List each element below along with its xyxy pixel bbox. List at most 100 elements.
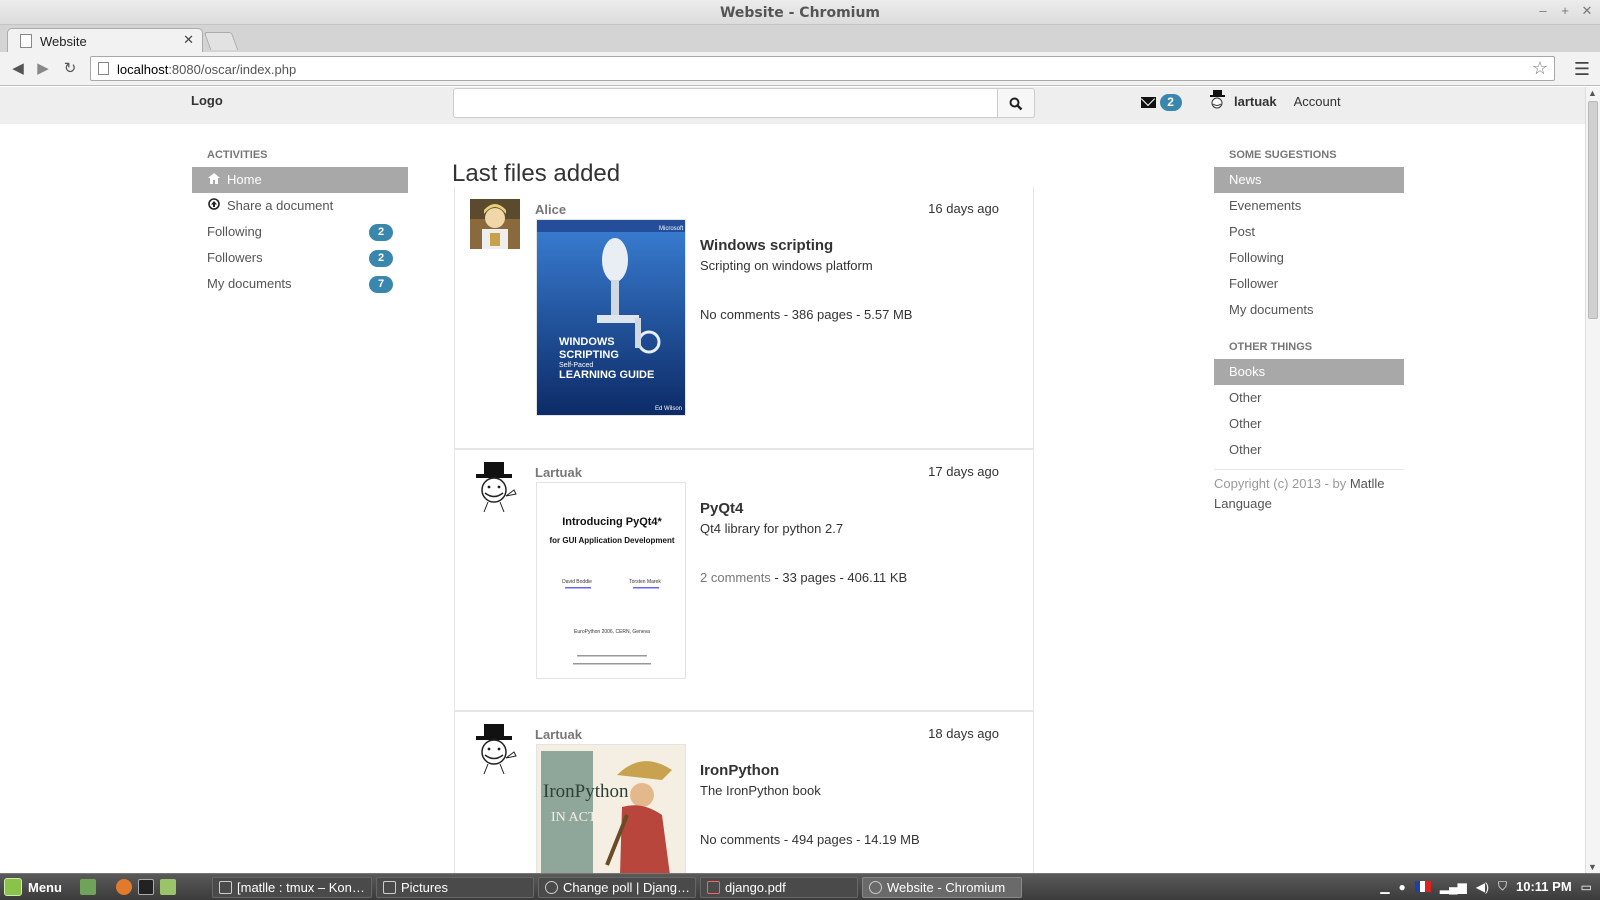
divider [1214, 469, 1404, 470]
keyboard-icon[interactable]: ▁ [1380, 880, 1389, 894]
task-pdf[interactable]: django.pdf [700, 877, 858, 898]
book-description: Qt4 library for python 2.7 [700, 521, 844, 536]
minimize-button[interactable]: – [1536, 3, 1550, 19]
window-controls: – + ✕ [1536, 3, 1594, 19]
url-text[interactable]: localhost:8080/oscar/index.php [117, 62, 296, 77]
browser-tab[interactable]: Website ✕ [7, 28, 203, 52]
nav-item-home[interactable]: Home [192, 167, 408, 193]
display-icon[interactable]: ▭ [1581, 880, 1592, 894]
username[interactable]: lartuak [1234, 94, 1277, 109]
messages-link[interactable]: 2 [1141, 94, 1182, 112]
reload-icon[interactable]: ↻ [60, 59, 80, 79]
os-taskbar: Menu [matlle : tmux – Kon… Pictures Chan… [0, 873, 1600, 900]
scroll-up-icon[interactable]: ▲ [1588, 88, 1597, 98]
language-link[interactable]: Language [1214, 494, 1404, 514]
post-date: 16 days ago [928, 201, 999, 216]
cover-text: Self-Paced [559, 362, 593, 369]
nav-item-my-documents[interactable]: My documents 7 [192, 271, 408, 297]
page-scrollbar[interactable]: ▲ ▼ [1585, 87, 1600, 873]
back-icon[interactable]: ◀ [8, 59, 28, 79]
post-date: 17 days ago [928, 464, 999, 479]
cover-text: David Boddie [562, 579, 592, 585]
france-flag-icon[interactable] [1414, 881, 1431, 892]
following-count-badge: 2 [369, 224, 393, 241]
address-bar[interactable]: localhost:8080/oscar/index.php ☆ [90, 56, 1555, 81]
site-logo[interactable]: Logo [191, 93, 223, 108]
close-tab-icon[interactable]: ✕ [183, 32, 194, 48]
new-tab-button[interactable] [203, 32, 239, 50]
author-name[interactable]: Lartuak [535, 727, 582, 742]
forward-icon[interactable]: ▶ [33, 59, 53, 79]
cover-text: WINDOWS [559, 336, 615, 348]
task-label: django.pdf [725, 880, 786, 895]
book-title[interactable]: IronPython [700, 762, 779, 779]
nav-label: Share a document [227, 198, 334, 213]
volume-icon[interactable]: ◀) [1476, 880, 1489, 894]
post-date: 18 days ago [928, 726, 999, 741]
nav-item-following[interactable]: Following [1214, 245, 1404, 271]
task-pictures[interactable]: Pictures [376, 877, 534, 898]
nav-item-share[interactable]: Share a document [192, 193, 408, 219]
firefox-icon[interactable] [116, 879, 132, 895]
account-link[interactable]: Account [1294, 94, 1341, 109]
start-menu-button[interactable]: Menu [4, 878, 62, 896]
comments-link[interactable]: 2 comments [700, 570, 771, 585]
scrollbar-thumb[interactable] [1588, 101, 1598, 319]
cover-text: LEARNING GUIDE [559, 369, 654, 381]
clock[interactable]: 10:11 PM [1516, 879, 1572, 894]
network-icon[interactable]: ▂▄▆ [1440, 880, 1467, 894]
book-meta: No comments - 386 pages - 5.57 MB [700, 307, 912, 322]
nav-item-other[interactable]: Other [1214, 385, 1404, 411]
show-desktop-icon[interactable] [80, 879, 96, 895]
book-cover[interactable]: IronPython IN ACTION [536, 744, 686, 873]
pyqt4-cover: Introducing PyQt4* for GUI Application D… [537, 483, 685, 678]
search-input[interactable] [453, 88, 998, 118]
nav-item-other[interactable]: Other [1214, 437, 1404, 463]
user-menu[interactable]: lartuak Account [1208, 90, 1341, 112]
nav-item-books[interactable]: Books [1214, 359, 1404, 385]
author-avatar[interactable] [470, 724, 520, 774]
nav-item-evenements[interactable]: Evenements [1214, 193, 1404, 219]
nav-item-other[interactable]: Other [1214, 411, 1404, 437]
shield-icon[interactable]: ⛉ [1498, 879, 1507, 894]
scroll-down-icon[interactable]: ▼ [1588, 862, 1597, 872]
nav-item-my-documents[interactable]: My documents [1214, 297, 1404, 323]
book-cover[interactable]: Microsoft WINDOWS SCRIPTING Self-Paced L… [536, 219, 686, 416]
files-icon[interactable] [160, 879, 176, 895]
author-link[interactable]: Matlle [1350, 476, 1385, 491]
tab-title: Website [40, 34, 87, 49]
cover-text: SCRIPTING [559, 349, 619, 361]
search-button[interactable] [997, 88, 1035, 118]
ironpython-cover: IronPython IN ACTION [537, 745, 685, 873]
nav-label: My documents [207, 276, 292, 291]
author-avatar[interactable] [470, 199, 520, 249]
nav-item-news[interactable]: News [1214, 167, 1404, 193]
nav-item-follower[interactable]: Follower [1214, 271, 1404, 297]
book-title[interactable]: Windows scripting [700, 237, 833, 254]
nav-item-followers[interactable]: Followers 2 [192, 245, 408, 271]
book-title[interactable]: PyQt4 [700, 500, 743, 517]
close-window-button[interactable]: ✕ [1580, 3, 1594, 19]
task-django-admin[interactable]: Change poll | Djang… [538, 877, 696, 898]
book-cover[interactable]: Introducing PyQt4* for GUI Application D… [536, 482, 686, 679]
maximize-button[interactable]: + [1558, 3, 1572, 19]
author-name[interactable]: Alice [535, 202, 566, 217]
language-label: Language [1214, 496, 1272, 511]
nav-header-activities: ACTIVITIES [207, 149, 268, 161]
nav-label: Followers [207, 250, 263, 265]
file-post: Lartuak 17 days ago Introducing PyQt4* f… [454, 449, 1034, 711]
cover-text: IN ACTION [551, 810, 621, 825]
browser-toolbar: ◀ ▶ ↻ localhost:8080/oscar/index.php ☆ ☰ [0, 52, 1600, 86]
task-terminal[interactable]: [matlle : tmux – Kon… [212, 877, 372, 898]
author-avatar[interactable] [470, 462, 520, 512]
task-chromium[interactable]: Website - Chromium [862, 877, 1022, 898]
author-name[interactable]: Lartuak [535, 465, 582, 480]
bookmark-star-icon[interactable]: ☆ [1532, 58, 1548, 79]
nav-item-post[interactable]: Post [1214, 219, 1404, 245]
right-sidebar: SOME SUGESTIONS News Evenements Post Fol… [1214, 149, 1404, 514]
browser-menu-icon[interactable]: ☰ [1574, 59, 1590, 80]
terminal-icon[interactable] [138, 879, 154, 895]
user-icon[interactable]: ● [1399, 880, 1406, 894]
nav-item-following[interactable]: Following 2 [192, 219, 408, 245]
book-stats: - 494 pages - 14.19 MB [780, 832, 920, 847]
